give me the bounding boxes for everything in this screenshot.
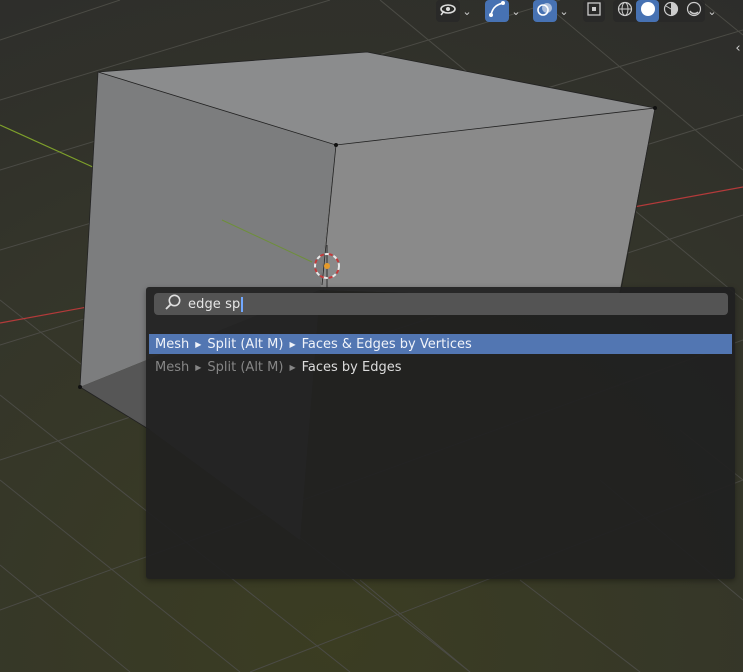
visibility-icon xyxy=(439,1,457,21)
result-item-label: Faces by Edges xyxy=(301,359,402,375)
rendered-shading-button[interactable] xyxy=(682,0,705,22)
xray-toggle-button[interactable] xyxy=(583,0,605,22)
xray-icon xyxy=(586,1,602,21)
overlay-toggle-button[interactable] xyxy=(533,0,557,22)
breadcrumb-arrow-icon: ▶ xyxy=(195,339,202,349)
chevron-down-icon[interactable]: ⌄ xyxy=(460,0,474,22)
material-preview-button[interactable] xyxy=(659,0,682,22)
search-query: edge sp xyxy=(188,296,241,312)
wireframe-shading-button[interactable] xyxy=(613,0,636,22)
search-result-item[interactable]: Mesh ▶ Split (Alt M) ▶ Faces & Edges by … xyxy=(149,334,732,354)
result-path-segment: Mesh xyxy=(155,336,190,352)
rendered-icon xyxy=(686,1,702,21)
material-preview-icon xyxy=(663,1,679,21)
gizmo-toggle-button[interactable] xyxy=(485,0,509,22)
sidebar-toggle-icon[interactable]: ‹ xyxy=(733,38,743,58)
result-item-label: Faces & Edges by Vertices xyxy=(301,336,472,352)
operator-search-popup: edge sp Mesh ▶ Split (Alt M) ▶ Faces & E… xyxy=(146,287,735,579)
gizmo-icon xyxy=(488,1,506,21)
chevron-down-icon[interactable]: ⌄ xyxy=(557,0,571,22)
search-result-item[interactable]: Mesh ▶ Split (Alt M) ▶ Faces by Edges xyxy=(149,357,732,377)
breadcrumb-arrow-icon: ▶ xyxy=(289,339,296,349)
breadcrumb-arrow-icon: ▶ xyxy=(289,362,296,372)
wireframe-icon xyxy=(617,1,633,21)
viewport-header-tools: ⌄ ⌄ ⌄ ⌄ xyxy=(436,0,719,22)
search-input[interactable]: edge sp xyxy=(154,293,728,315)
chevron-down-icon[interactable]: ⌄ xyxy=(509,0,523,22)
shading-mode-group xyxy=(613,0,705,22)
solid-shading-button[interactable] xyxy=(636,0,659,22)
text-caret xyxy=(241,296,244,312)
result-path-segment: Split (Alt M) xyxy=(207,359,284,375)
visibility-button[interactable] xyxy=(436,0,460,22)
overlay-icon xyxy=(536,1,554,21)
result-path-segment: Split (Alt M) xyxy=(207,336,284,352)
breadcrumb-arrow-icon: ▶ xyxy=(195,362,202,372)
result-path-segment: Mesh xyxy=(155,359,190,375)
solid-icon xyxy=(640,1,656,21)
chevron-down-icon[interactable]: ⌄ xyxy=(705,0,719,22)
search-icon xyxy=(164,293,182,315)
